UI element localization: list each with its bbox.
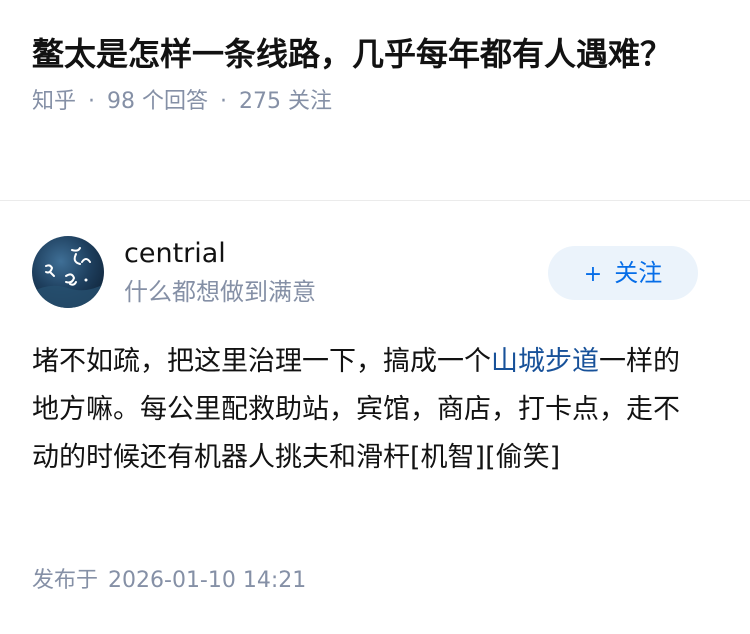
plus-icon: + — [583, 262, 603, 287]
publish-label: 发布于 — [32, 568, 99, 593]
meta-separator: · — [220, 89, 228, 114]
question-header: 鳌太是怎样一条线路，几乎每年都有人遇难？ 知乎 · 98 个回答 · 275 关注 — [32, 30, 722, 118]
follow-button-label: 关注 — [614, 259, 663, 287]
question-meta: 知乎 · 98 个回答 · 275 关注 — [32, 86, 722, 118]
follower-count[interactable]: 275 — [239, 89, 281, 114]
follow-button[interactable]: + 关注 — [548, 246, 698, 300]
avatar-image — [32, 236, 104, 308]
answer-count[interactable]: 98 — [107, 89, 135, 114]
follower-count-unit[interactable]: 关注 — [288, 89, 332, 114]
publish-info: 发布于 2026-01-10 14:21 — [32, 564, 306, 598]
answer-content: 堵不如疏，把这里治理一下，搞成一个山城步道一样的地方嘛。每公里配救助站，宾馆，商… — [32, 338, 702, 482]
answer-text-before: 堵不如疏，把这里治理一下，搞成一个 — [32, 346, 491, 377]
author-card: centrial 什么都想做到满意 + 关注 — [32, 236, 718, 308]
avatar[interactable] — [32, 236, 104, 308]
meta-separator: · — [88, 89, 96, 114]
answer-link[interactable]: 山城步道 — [491, 346, 599, 377]
publish-time: 2026-01-10 14:21 — [108, 568, 307, 593]
author-name[interactable]: centrial — [124, 236, 226, 272]
section-divider — [0, 200, 750, 201]
answer-count-unit[interactable]: 个回答 — [142, 89, 208, 114]
source-label[interactable]: 知乎 — [32, 89, 76, 114]
question-title[interactable]: 鳌太是怎样一条线路，几乎每年都有人遇难？ — [32, 30, 722, 78]
author-bio: 什么都想做到满意 — [124, 278, 316, 306]
